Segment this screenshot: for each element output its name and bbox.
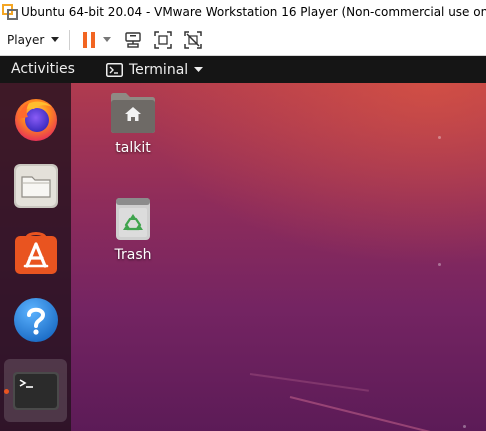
send-ctrl-alt-del-button[interactable]: [122, 28, 144, 52]
gnome-top-bar: Activities Terminal: [0, 56, 486, 83]
firefox-icon: [14, 98, 57, 141]
dock-item-firefox[interactable]: [4, 87, 67, 150]
terminal-icon: [12, 371, 59, 410]
chevron-down-icon: [194, 67, 204, 72]
full-screen-icon: [154, 30, 173, 49]
home-folder-icon: [111, 93, 155, 133]
files-icon: [13, 163, 58, 208]
desktop-icon-home-folder[interactable]: talkit: [98, 92, 168, 156]
help-icon: [13, 297, 58, 342]
toolbar-divider: [69, 29, 71, 50]
wallpaper-dot: [463, 425, 466, 428]
desktop-icon-label: talkit: [115, 140, 151, 156]
activities-button[interactable]: Activities: [11, 56, 75, 83]
unity-mode-icon: [184, 30, 203, 49]
dock-item-terminal[interactable]: [4, 359, 67, 422]
app-menu-label: Terminal: [129, 61, 189, 78]
wallpaper-dot: [438, 263, 441, 266]
wallpaper-streak: [289, 396, 436, 431]
trash-icon: [116, 198, 150, 240]
ubuntu-software-icon: [14, 231, 57, 274]
wallpaper-dot: [438, 136, 441, 139]
dock-item-ubuntu-software[interactable]: [4, 221, 67, 284]
send-ctrl-alt-del-icon: [125, 31, 142, 48]
window-title: Ubuntu 64-bit 20.04 - VMware Workstation…: [21, 5, 486, 19]
window-title-bar: Ubuntu 64-bit 20.04 - VMware Workstation…: [0, 0, 486, 24]
ubuntu-dock: [0, 83, 71, 431]
desktop-icon-trash[interactable]: Trash: [98, 197, 168, 263]
desktop-background: [0, 83, 486, 431]
desktop-icon-label: Trash: [114, 247, 152, 263]
dock-item-files[interactable]: [4, 154, 67, 217]
wallpaper-streak: [249, 373, 369, 392]
running-indicator: [4, 389, 9, 394]
pause-button[interactable]: [79, 28, 99, 52]
player-menu-button[interactable]: Player: [7, 28, 60, 52]
chevron-down-icon: [51, 37, 60, 42]
player-toolbar: Player: [0, 24, 486, 56]
terminal-small-icon: [106, 62, 123, 77]
unity-mode-button[interactable]: [182, 28, 204, 52]
full-screen-button[interactable]: [152, 28, 174, 52]
player-menu-label: Player: [7, 32, 45, 47]
vmware-logo-icon: [2, 4, 18, 20]
chevron-down-icon: [103, 37, 112, 42]
power-options-dropdown[interactable]: [101, 28, 113, 52]
app-menu-button[interactable]: Terminal: [106, 56, 204, 83]
pause-icon: [83, 31, 96, 48]
dock-item-help[interactable]: [4, 288, 67, 351]
